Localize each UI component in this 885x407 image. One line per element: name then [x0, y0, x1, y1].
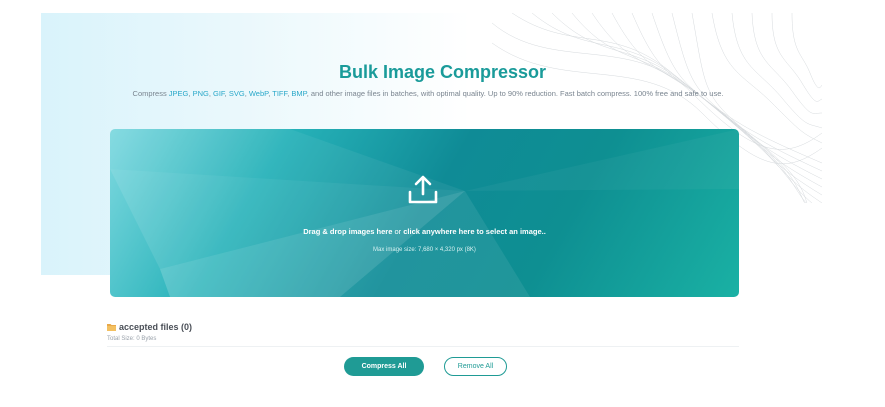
- accepted-files-label: accepted files (0): [119, 322, 193, 332]
- remove-all-button[interactable]: Remove All: [444, 357, 507, 376]
- dropzone-instructions: Drag & drop images here or click anywher…: [110, 227, 739, 236]
- page: Bulk Image Compressor Compress JPEG, PNG…: [0, 0, 885, 407]
- dropzone-or-text: or: [392, 227, 404, 236]
- format-link-webp[interactable]: WebP: [249, 89, 268, 98]
- dropzone-click-text[interactable]: click anywhere here to select an image..: [403, 227, 546, 236]
- page-title: Bulk Image Compressor: [338, 62, 547, 82]
- max-image-size-label: Max image size: 7,680 × 4,320 px (8K): [373, 247, 476, 253]
- compress-all-button[interactable]: Compress All: [344, 357, 424, 376]
- page-subtitle: Compress JPEG, PNG, GIF, SVG, WebP, TIFF…: [108, 88, 748, 100]
- accepted-files-header: accepted files (0): [107, 322, 192, 332]
- dropzone-drag-text: Drag & drop images here: [303, 227, 393, 236]
- folder-icon: [107, 324, 116, 331]
- total-size-label: Total Size: 0 Bytes: [107, 336, 157, 342]
- paper-plane-decoration: [110, 129, 739, 297]
- upload-icon: [408, 175, 438, 204]
- format-link-bmp[interactable]: BMP: [291, 89, 306, 98]
- format-link-jpeg[interactable]: JPEG: [169, 89, 189, 98]
- format-link-gif[interactable]: GIF: [213, 89, 225, 98]
- subtitle-suffix: , and other image files in batches, with…: [306, 89, 724, 98]
- format-link-tiff[interactable]: TIFF: [272, 89, 287, 98]
- format-link-svg[interactable]: SVG: [229, 89, 245, 98]
- format-link-png[interactable]: PNG: [193, 89, 209, 98]
- image-dropzone[interactable]: [110, 129, 739, 297]
- divider: [107, 346, 739, 347]
- subtitle-prefix: Compress: [132, 89, 169, 98]
